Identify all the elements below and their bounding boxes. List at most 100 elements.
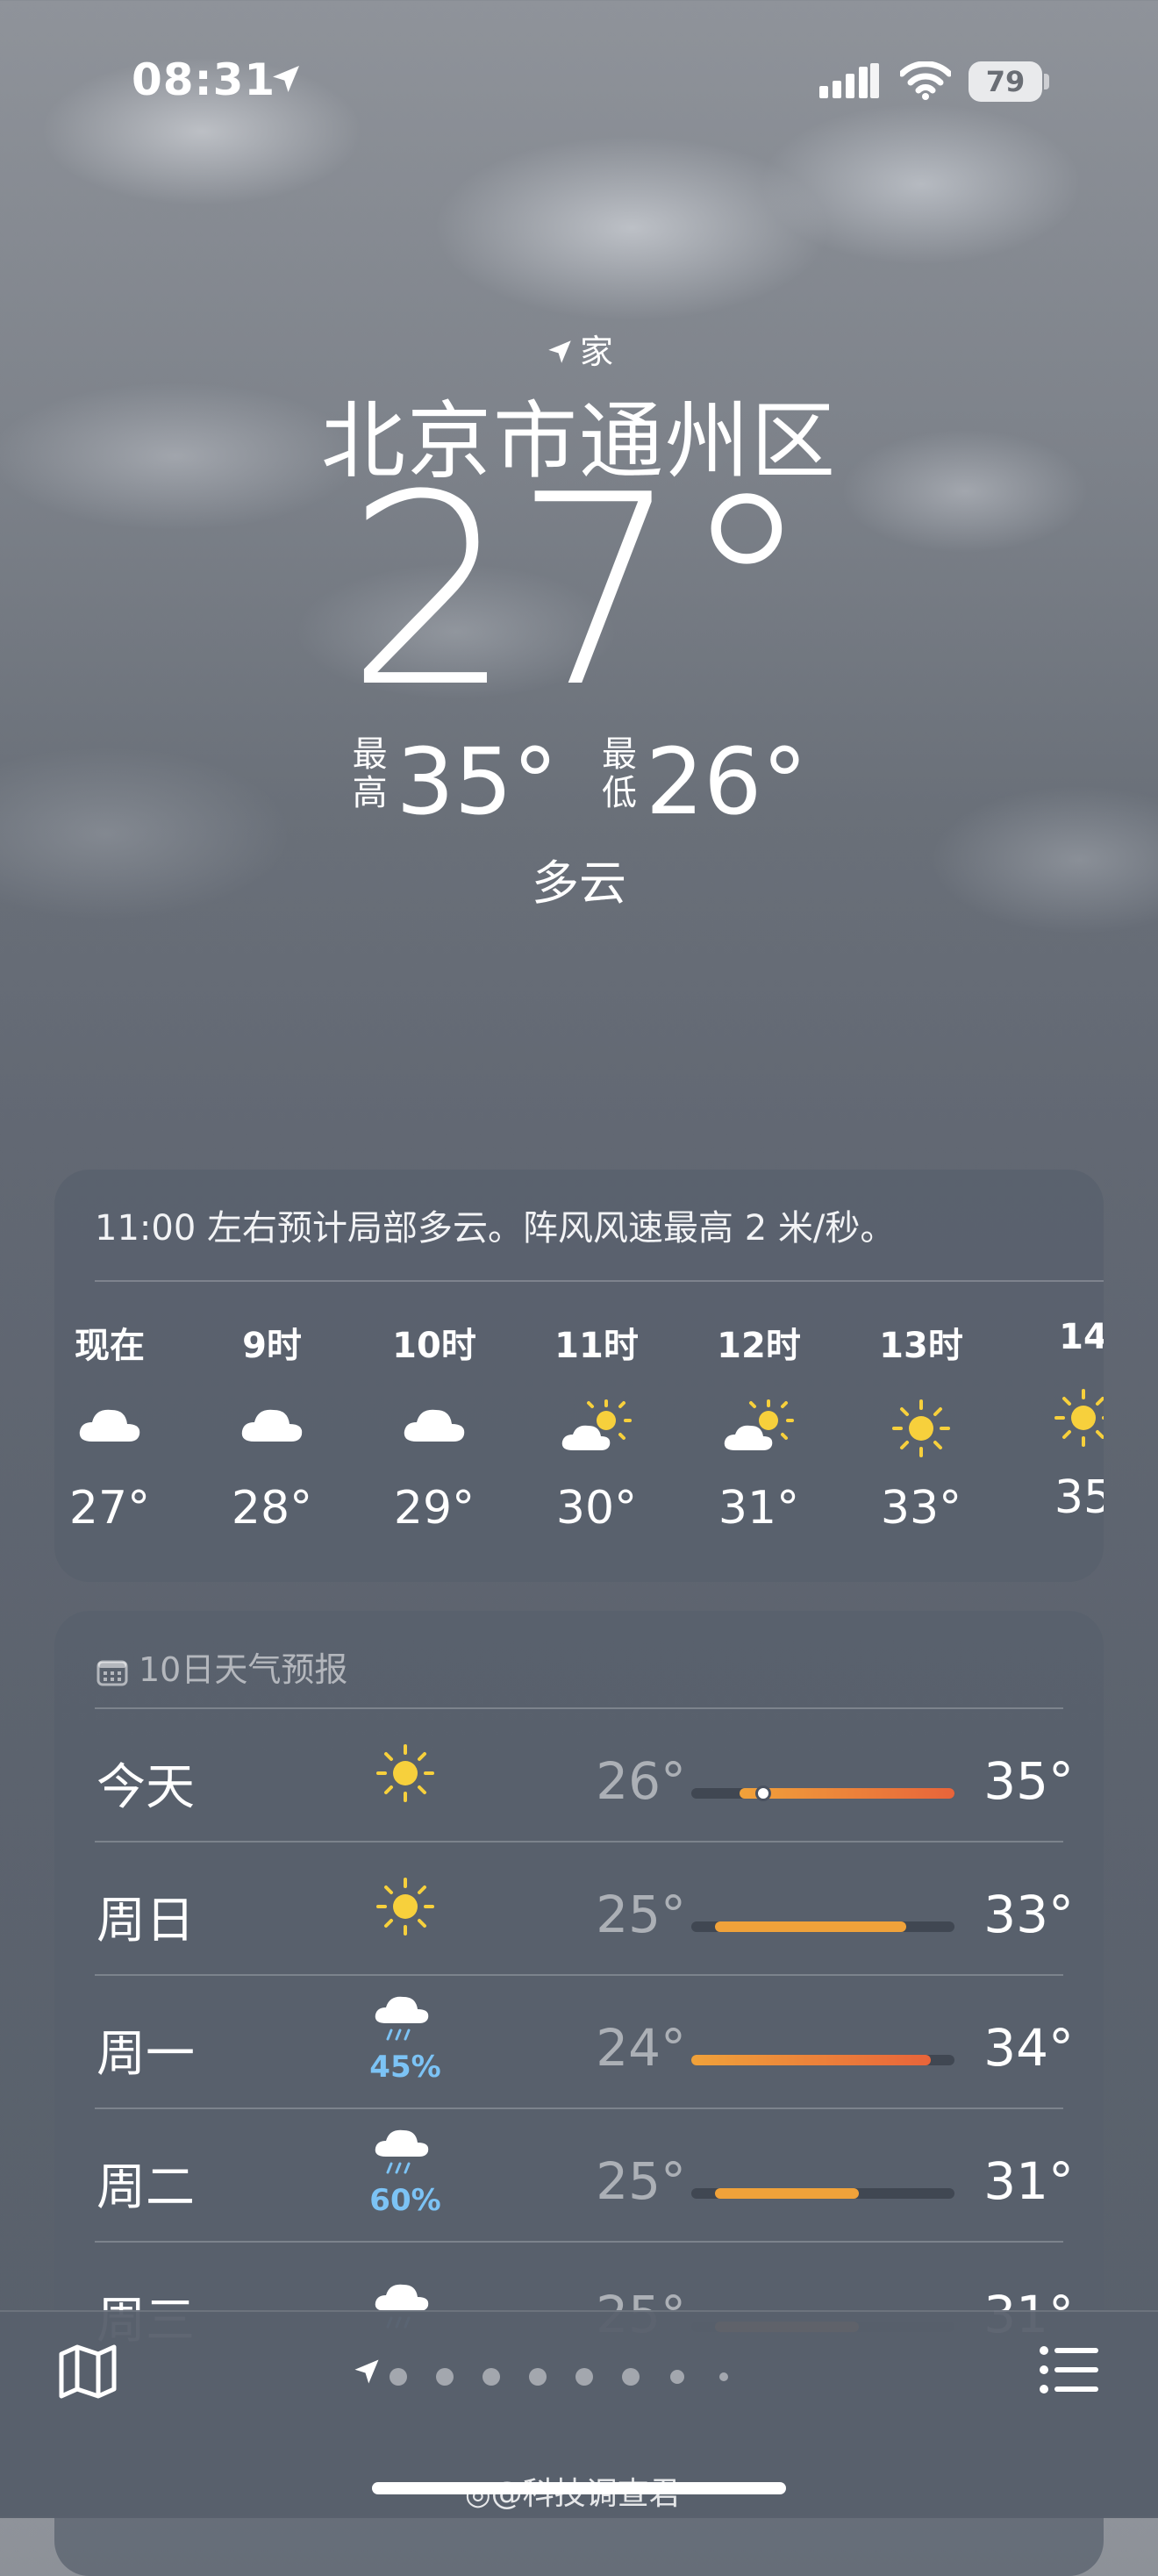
day-name: 今天 bbox=[96, 1759, 195, 1816]
daily-row[interactable]: 周日 25° 33° bbox=[54, 1841, 1104, 1972]
hour-label: 12时 bbox=[717, 1326, 801, 1366]
page-dot bbox=[575, 2368, 593, 2386]
page-dot bbox=[719, 2372, 728, 2381]
page-dot bbox=[670, 2370, 684, 2384]
day-high: 33° bbox=[983, 1885, 1074, 1944]
home-label: 家 bbox=[579, 333, 613, 371]
temp-range-track bbox=[691, 1785, 954, 1801]
temp-range-track bbox=[691, 1921, 954, 1932]
hourly-item: 13时 33° bbox=[855, 1317, 987, 1535]
day-high: 35° bbox=[983, 1751, 1074, 1811]
sun-icon bbox=[353, 1876, 458, 1941]
battery-tip bbox=[1044, 74, 1049, 89]
day-high: 31° bbox=[983, 2151, 1074, 2211]
current-temperature: 27° bbox=[346, 439, 812, 745]
page-dot bbox=[529, 2368, 547, 2386]
daily-row[interactable]: 周二 60% 25° 31° bbox=[54, 2107, 1104, 2239]
hour-temp: 33° bbox=[880, 1482, 962, 1535]
day-low: 26° bbox=[596, 1751, 686, 1811]
hour-temp: 30° bbox=[555, 1482, 638, 1535]
hour-temp: 31° bbox=[718, 1482, 800, 1535]
hour-temp: 35 bbox=[1054, 1471, 1104, 1524]
high-label: 最高 bbox=[352, 734, 388, 813]
partly-sunny-icon bbox=[693, 1398, 825, 1459]
sun-icon bbox=[855, 1398, 987, 1459]
rain-cloud-icon: 45% bbox=[353, 1988, 458, 2085]
divider bbox=[95, 2241, 1063, 2243]
ten-day-header: 10日天气预报 bbox=[96, 1642, 347, 1691]
daily-row[interactable]: 周一 45% 24° 34° bbox=[54, 1974, 1104, 2106]
wifi-icon bbox=[898, 61, 953, 104]
divider bbox=[95, 1707, 1063, 1709]
hourly-item: 现在 27° bbox=[54, 1317, 175, 1535]
hour-temp: 28° bbox=[231, 1482, 313, 1535]
day-name: 周一 bbox=[96, 2026, 195, 2083]
rain-cloud-icon: 60% bbox=[353, 2122, 458, 2218]
precip-chance: 60% bbox=[369, 2183, 441, 2218]
high-low-temps: 最高35° 最低26° bbox=[0, 728, 1158, 835]
sun-icon bbox=[1018, 1387, 1104, 1449]
city-list-icon[interactable] bbox=[1039, 2343, 1100, 2400]
day-name: 周日 bbox=[96, 1893, 195, 1950]
sun-icon bbox=[353, 1742, 458, 1807]
precip-chance: 45% bbox=[369, 2050, 441, 2085]
hour-label: 现在 bbox=[75, 1326, 145, 1366]
low-label: 最低 bbox=[602, 734, 637, 813]
temp-range-track bbox=[691, 2055, 954, 2065]
current-temp-marker bbox=[755, 1785, 771, 1801]
low-temp: 26° bbox=[646, 728, 808, 835]
day-high: 34° bbox=[983, 2018, 1074, 2078]
high-temp: 35° bbox=[396, 728, 558, 835]
cloud-icon bbox=[54, 1398, 175, 1459]
temp-range-bar bbox=[715, 2188, 859, 2199]
day-low: 24° bbox=[596, 2018, 686, 2078]
hourly-summary: 11:00 左右预计局部多云。阵风风速最高 2 米/秒。 bbox=[95, 1208, 896, 1249]
divider bbox=[95, 1841, 1063, 1843]
hourly-item: 10时 29° bbox=[368, 1317, 500, 1535]
temp-range-bar bbox=[691, 2055, 931, 2065]
hourly-item: 9时 28° bbox=[206, 1317, 338, 1535]
hour-label: 10时 bbox=[392, 1326, 476, 1366]
page-dot bbox=[482, 2368, 500, 2386]
hour-label: 9时 bbox=[242, 1326, 302, 1366]
status-time: 08:31 bbox=[132, 54, 276, 105]
hour-label: 14 bbox=[1059, 1317, 1104, 1357]
hour-temp: 27° bbox=[68, 1482, 151, 1535]
hourly-item: 14 35 bbox=[1018, 1317, 1104, 1524]
cellular-signal-icon bbox=[819, 63, 881, 105]
cloud-icon bbox=[206, 1398, 338, 1459]
temp-range-track bbox=[691, 2188, 954, 2199]
divider bbox=[95, 1280, 1104, 1282]
day-low: 25° bbox=[596, 2151, 686, 2211]
hour-label: 11时 bbox=[554, 1326, 639, 1366]
cloud-icon bbox=[368, 1398, 500, 1459]
page-dot bbox=[390, 2368, 407, 2386]
page-dot bbox=[622, 2368, 640, 2386]
hour-label: 13时 bbox=[879, 1326, 963, 1366]
page-dot bbox=[436, 2368, 454, 2386]
location-services-icon bbox=[268, 61, 304, 100]
location-label: 家 bbox=[0, 325, 1158, 373]
hourly-forecast-card[interactable]: 11:00 左右预计局部多云。阵风风速最高 2 米/秒。 现在 27° 9时 28° 1… bbox=[54, 1170, 1104, 1582]
daily-row[interactable]: 今天 26° 35° bbox=[54, 1707, 1104, 1839]
ten-day-title: 10日天气预报 bbox=[139, 1650, 348, 1689]
hourly-item: 12时 31° bbox=[693, 1317, 825, 1535]
calendar-icon bbox=[96, 1660, 128, 1686]
location-arrow-icon bbox=[548, 340, 571, 363]
page-indicator[interactable] bbox=[351, 2351, 807, 2394]
hour-temp: 29° bbox=[393, 1482, 475, 1535]
map-icon[interactable] bbox=[54, 2338, 121, 2408]
bottom-toolbar: ◎@科技调查君 bbox=[0, 2310, 1158, 2518]
battery-indicator: 79 bbox=[969, 61, 1042, 102]
day-low: 25° bbox=[596, 1885, 686, 1944]
current-location-page-icon bbox=[351, 2356, 382, 2391]
day-name: 周二 bbox=[96, 2159, 195, 2216]
temp-range-bar bbox=[715, 1921, 906, 1932]
home-indicator[interactable] bbox=[372, 2482, 786, 2494]
hourly-item: 11时 30° bbox=[531, 1317, 662, 1535]
temp-range-bar bbox=[740, 1788, 954, 1799]
divider bbox=[95, 1974, 1063, 1976]
partly-sunny-icon bbox=[531, 1398, 662, 1459]
condition-text: 多云 bbox=[532, 855, 626, 911]
divider bbox=[95, 2107, 1063, 2109]
